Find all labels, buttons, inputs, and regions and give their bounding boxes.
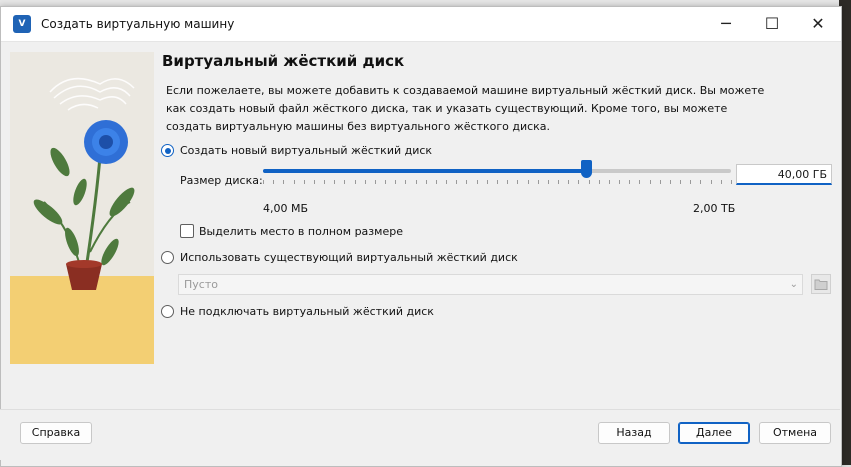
slider-tick (578, 180, 580, 184)
close-button[interactable]: ✕ (795, 7, 841, 41)
folder-icon (814, 279, 828, 290)
disk-size-slider-fill (263, 169, 586, 173)
page-description: Если пожелаете, вы можете добавить к соз… (166, 84, 765, 133)
slider-tick (273, 180, 275, 184)
slider-tick (283, 180, 285, 184)
slider-tick (710, 180, 712, 184)
preallocate-label[interactable]: Выделить место в полном размере (199, 225, 403, 238)
slider-tick (476, 180, 478, 184)
choose-disk-button[interactable] (811, 274, 831, 294)
window-title: Создать виртуальную машину (41, 17, 235, 31)
no-disk-label[interactable]: Не подключать виртуальный жёсткий диск (180, 305, 434, 318)
slider-tick (497, 180, 498, 184)
slider-tick (639, 180, 641, 184)
slider-tick (629, 180, 631, 184)
slider-tick (608, 180, 610, 184)
preallocate-checkbox[interactable] (180, 224, 194, 238)
no-disk-radio[interactable] (161, 305, 174, 318)
slider-tick (324, 180, 326, 184)
maximize-button[interactable]: ☐ (749, 7, 795, 41)
minimize-button[interactable]: ─ (703, 7, 749, 41)
slider-tick (537, 180, 539, 184)
slider-tick (334, 180, 336, 184)
slider-tick (517, 180, 519, 184)
slider-tick (527, 180, 529, 184)
page-title: Виртуальный жёсткий диск (162, 52, 405, 70)
disk-size-input[interactable]: 40,00 ГБ (736, 164, 832, 185)
slider-tick (466, 180, 468, 184)
slider-tick (313, 180, 315, 184)
title-bar: V Создать виртуальную машину ─ ☐ ✕ (1, 7, 841, 42)
next-button[interactable]: Далее (678, 422, 750, 444)
slider-tick (731, 180, 732, 184)
slider-tick (507, 180, 509, 184)
flower-pot-illustration (10, 77, 154, 364)
disk-size-label: Размер диска: (180, 174, 263, 187)
slider-tick (303, 180, 305, 184)
slider-tick (669, 180, 671, 184)
slider-tick (659, 180, 661, 184)
slider-tick (558, 180, 560, 184)
slider-tick (415, 180, 417, 184)
use-existing-disk-radio[interactable] (161, 251, 174, 264)
back-button[interactable]: Назад (598, 422, 670, 444)
slider-tick (568, 180, 570, 184)
slider-tick (680, 180, 682, 184)
existing-disk-value: Пусто (184, 278, 218, 291)
disk-size-min-label: 4,00 МБ (263, 202, 309, 215)
use-existing-disk-label[interactable]: Использовать существующий виртуальный жё… (180, 251, 518, 264)
slider-tick (293, 180, 295, 184)
slider-tick (364, 180, 366, 184)
help-button[interactable]: Справка (20, 422, 92, 444)
slider-tick (598, 180, 600, 184)
slider-tick (344, 180, 346, 184)
existing-disk-select[interactable]: Пусто ⌄ (178, 274, 803, 295)
slider-tick (435, 180, 437, 184)
create-new-disk-radio[interactable] (161, 144, 174, 157)
slider-tick (588, 180, 590, 184)
disk-size-max-label: 2,00 ТБ (693, 202, 736, 215)
virtualbox-icon: V (13, 15, 31, 33)
slider-tick (354, 180, 356, 184)
slider-tick (263, 180, 264, 184)
slider-tick (385, 180, 387, 184)
slider-tick (446, 180, 448, 184)
disk-size-slider-track[interactable] (263, 169, 731, 173)
slider-tick (486, 180, 488, 184)
slider-tick (374, 180, 376, 184)
slider-tick (425, 180, 427, 184)
chevron-down-icon: ⌄ (789, 279, 798, 290)
slider-tick (720, 180, 722, 184)
slider-tick (405, 180, 407, 184)
slider-tick (619, 180, 621, 184)
slider-tick (547, 180, 549, 184)
wizard-illustration (10, 52, 154, 364)
slider-tick (456, 180, 458, 184)
cancel-button[interactable]: Отмена (759, 422, 831, 444)
slider-tick (700, 180, 702, 184)
disk-size-slider-handle[interactable] (580, 160, 592, 178)
slider-tick (649, 180, 651, 184)
slider-tick (395, 180, 397, 184)
slider-tick (690, 180, 692, 184)
create-new-disk-label[interactable]: Создать новый виртуальный жёсткий диск (180, 144, 432, 157)
